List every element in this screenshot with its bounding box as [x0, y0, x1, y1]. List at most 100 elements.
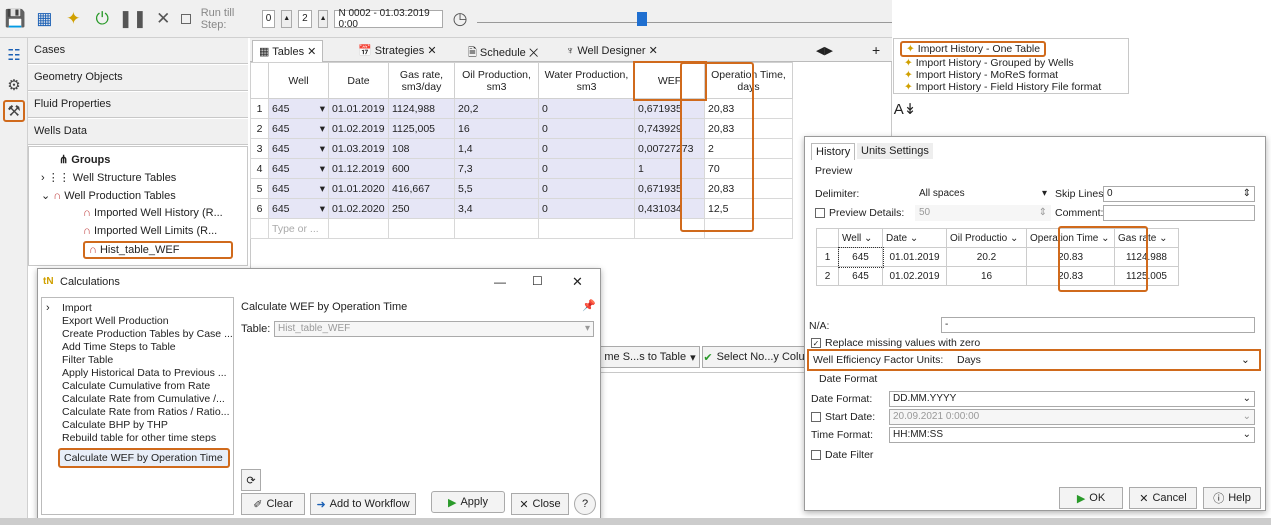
cell-water[interactable]: 0 — [538, 198, 635, 219]
table-select[interactable]: Hist_table_WEF ▾ — [274, 321, 594, 337]
close-button[interactable]: ✕ Close — [511, 493, 569, 515]
list-item[interactable]: Create Production Tables by Case ... — [62, 328, 234, 340]
sidebar-item-fluid[interactable]: Fluid Properties — [28, 92, 248, 118]
tab-well-designer[interactable]: ♆ Well Designer ✕ — [560, 40, 664, 62]
tree-item-production[interactable]: ⌄ ∩ Well Production Tables — [41, 189, 176, 202]
cell-water[interactable]: 0 — [538, 138, 635, 159]
tab-strategies[interactable]: 📅 Strategies ✕ — [352, 40, 443, 62]
list-item[interactable]: Calculate BHP by THP — [62, 419, 234, 431]
preview-details-input[interactable]: 50 ⇕ — [915, 205, 1051, 221]
preview-cell[interactable]: 01.02.2019 — [882, 266, 947, 286]
pin-icon[interactable]: 📌 — [582, 299, 596, 312]
stop-icon[interactable]: ✕ — [152, 6, 175, 32]
preview-details-checkbox[interactable]: Preview Details: — [815, 207, 904, 219]
date-format-select[interactable]: DD.MM.YYYY ⌄ — [889, 391, 1255, 407]
ok-button[interactable]: ▶ OK — [1059, 487, 1123, 509]
tree-item-imported-history[interactable]: ∩ Imported Well History (R... — [83, 207, 223, 219]
step-to-input[interactable]: 2 — [298, 9, 312, 28]
cell-gas[interactable]: 600 — [388, 158, 455, 179]
list-item[interactable]: Filter Table — [62, 354, 234, 366]
tab-units-settings[interactable]: Units Settings — [857, 143, 933, 159]
cell-water[interactable]: 0 — [538, 158, 635, 179]
tab-scroll-arrows[interactable]: ◀▶ — [810, 40, 839, 62]
start-date-input[interactable]: 20.09.2021 0:00:00 ⌄ — [889, 409, 1255, 425]
cell-gas[interactable]: 108 — [388, 138, 455, 159]
refresh-button[interactable]: ⟳ — [241, 469, 261, 491]
list-item[interactable]: Export Well Production — [62, 315, 234, 327]
list-item[interactable]: Import — [62, 302, 234, 314]
expand-chevron-icon[interactable]: › — [46, 302, 50, 314]
apply-button[interactable]: ▶ Apply — [431, 491, 505, 513]
cell-date[interactable]: 01.01.2020 — [328, 178, 389, 199]
list-item[interactable]: Apply Historical Data to Previous ... — [62, 367, 234, 379]
menu-item-field-history[interactable]: ✦ Import History - Field History File fo… — [904, 81, 1101, 93]
cell-water[interactable]: 0 — [538, 178, 635, 199]
menu-item-grouped-wells[interactable]: ✦ Import History - Grouped by Wells — [904, 57, 1074, 69]
cell-well[interactable]: 645 ▾ — [268, 178, 329, 199]
close-icon[interactable]: ✕ — [572, 274, 583, 290]
maximize-icon[interactable]: ☐ — [532, 274, 543, 288]
step-from-spinner[interactable]: ▲ — [281, 9, 293, 28]
cell-oil[interactable]: 16 — [454, 118, 539, 139]
time-format-select[interactable]: HH:MM:SS ⌄ — [889, 427, 1255, 443]
comment-input[interactable] — [1103, 205, 1255, 221]
structure-icon[interactable]: ▦ — [33, 6, 56, 32]
skip-lines-input[interactable]: 0 ⇕ — [1103, 186, 1255, 202]
list-item[interactable]: Calculate Rate from Cumulative /... — [62, 393, 234, 405]
wef-units-row[interactable]: Well Efficiency Factor Units: Days ⌄ — [807, 349, 1261, 371]
col-header-gas[interactable]: Gas rate, sm3/day — [388, 62, 455, 99]
date-filter-checkbox[interactable]: Date Filter — [811, 449, 873, 461]
start-date-checkbox[interactable]: Start Date: — [811, 411, 875, 423]
cell-gas[interactable]: 1124,988 — [388, 98, 455, 119]
preview-cell[interactable]: 16 — [946, 266, 1027, 286]
wef-units-value[interactable]: Days — [957, 354, 981, 366]
cell-date[interactable]: 01.03.2019 — [328, 138, 389, 159]
list-item[interactable]: Calculate Rate from Ratios / Ratio... — [62, 406, 234, 418]
cell-well[interactable]: 645 ▾ — [268, 158, 329, 179]
cell-date[interactable]: 01.01.2019 — [328, 98, 389, 119]
tab-tables[interactable]: ▦ Tables ✕ — [252, 40, 324, 62]
step-date-select[interactable]: N 0002 - 01.03.2019 0:00 — [334, 8, 443, 30]
list-item[interactable]: Calculate Cumulative from Rate — [62, 380, 234, 392]
cell-oil[interactable]: 7,3 — [454, 158, 539, 179]
replace-missing-checkbox[interactable]: ✓ Replace missing values with zero — [811, 337, 980, 349]
cell-oil[interactable]: 5,5 — [454, 178, 539, 199]
step-to-spinner[interactable]: ▲ — [317, 9, 329, 28]
cell-oil[interactable]: 20,2 — [454, 98, 539, 119]
preview-col-well[interactable]: Well ⌄ — [838, 228, 883, 248]
tree-item-structure[interactable]: › ⋮⋮ Well Structure Tables — [41, 171, 176, 184]
cell-oil[interactable]: 3,4 — [454, 198, 539, 219]
menu-item-mores[interactable]: ✦ Import History - MoReS format — [904, 69, 1058, 81]
new-row-placeholder[interactable]: Type or ... — [268, 218, 329, 239]
cell-well[interactable]: 645 ▾ — [268, 138, 329, 159]
sort-icon[interactable]: A↡ — [893, 98, 917, 120]
sidebar-item-wells-data[interactable]: Wells Data — [28, 119, 248, 145]
run-till-checkbox[interactable] — [180, 13, 195, 25]
col-header-date[interactable]: Date — [328, 62, 389, 99]
power-icon[interactable]: ⏻ — [91, 6, 114, 32]
clock-icon[interactable]: ◷ — [449, 6, 472, 32]
tab-history[interactable]: History — [811, 143, 856, 160]
cell-date[interactable]: 01.02.2020 — [328, 198, 389, 219]
hammer-icon[interactable]: ⚒ — [3, 100, 25, 122]
na-input[interactable]: - — [941, 317, 1255, 333]
sidebar-item-cases[interactable]: Cases — [28, 38, 248, 64]
preview-col-date[interactable]: Date ⌄ — [882, 228, 947, 248]
cell-date[interactable]: 01.12.2019 — [328, 158, 389, 179]
tree-item-groups[interactable]: ⋔ Groups — [59, 153, 110, 166]
preview-cell[interactable]: 645 — [837, 246, 884, 268]
list-item-wef-selected[interactable]: Calculate WEF by Operation Time — [58, 448, 230, 468]
save-icon[interactable]: 💾 — [4, 6, 27, 32]
menu-item-one-table[interactable]: ✦ Import History - One Table — [900, 41, 1047, 57]
add-tab-button[interactable]: + — [866, 38, 886, 60]
select-no-button[interactable]: ✔ Select No...y Colu — [702, 346, 806, 368]
list-item[interactable]: Rebuild table for other time steps — [62, 432, 234, 442]
col-header-oil[interactable]: Oil Production, sm3 — [454, 62, 539, 99]
slider-thumb[interactable] — [637, 11, 648, 26]
pause-icon[interactable]: ❚❚ — [119, 6, 148, 32]
cell-gas[interactable]: 416,667 — [388, 178, 455, 199]
cell-water[interactable]: 0 — [538, 98, 635, 119]
preview-col-oil[interactable]: Oil Productio ⌄ — [946, 228, 1027, 248]
cell-date[interactable]: 01.02.2019 — [328, 118, 389, 139]
preview-cell[interactable]: 645 — [838, 266, 883, 286]
